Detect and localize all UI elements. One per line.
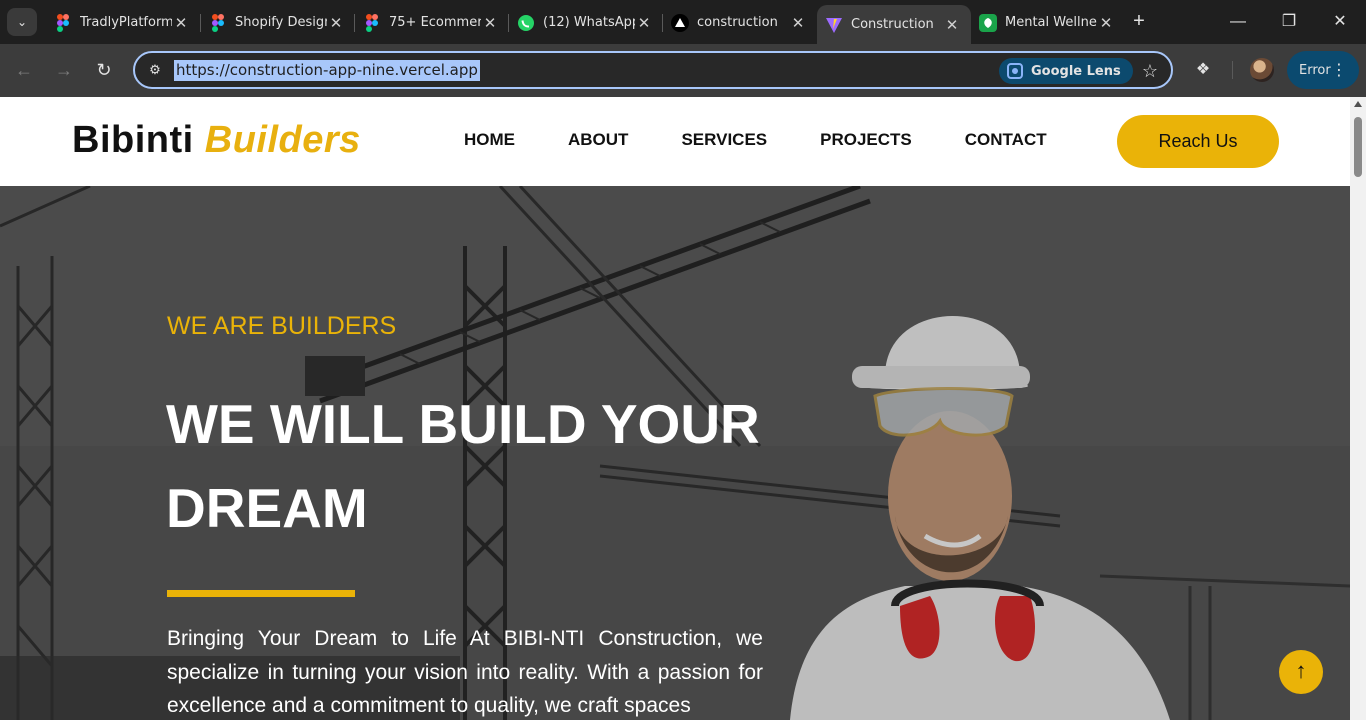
nav-contact[interactable]: CONTACT bbox=[965, 130, 1047, 150]
reload-icon[interactable]: ↻ bbox=[91, 57, 117, 83]
hero-accent-rule bbox=[167, 590, 355, 597]
figma-icon bbox=[209, 13, 227, 32]
site-header: Bibinti Builders HOME ABOUT SERVICES PRO… bbox=[0, 97, 1350, 186]
browser-tabstrip: ⌄ TradlyPlatform ✕ Shopify Design ✕ 75+ … bbox=[0, 0, 1366, 44]
close-icon[interactable]: ✕ bbox=[943, 16, 961, 34]
tab-construction-active[interactable]: Construction ✕ bbox=[817, 5, 971, 44]
toolbar-divider bbox=[1232, 61, 1233, 79]
nav-about[interactable]: ABOUT bbox=[568, 130, 628, 150]
lens-label: Google Lens bbox=[1031, 63, 1121, 79]
tab-whatsapp[interactable]: (12) WhatsApp ✕ bbox=[509, 6, 663, 39]
close-icon[interactable]: ✕ bbox=[481, 14, 499, 32]
leaf-icon bbox=[979, 13, 997, 32]
close-icon[interactable]: ✕ bbox=[635, 14, 653, 32]
reach-us-button[interactable]: Reach Us bbox=[1117, 115, 1279, 168]
logo-accent: Builders bbox=[204, 119, 361, 161]
scroll-to-top-arrow-icon[interactable]: ↑ bbox=[1279, 650, 1323, 694]
vercel-icon bbox=[671, 13, 689, 32]
browser-toolbar: ← → ↻ ⚙ https://construction-app-nine.ve… bbox=[0, 44, 1366, 97]
logo-main: Bibinti bbox=[72, 119, 194, 161]
hero-headline: WE WILL BUILD YOUR DREAM bbox=[166, 393, 760, 539]
tab-title: construction bbox=[697, 15, 778, 30]
tab-title: Shopify Design bbox=[235, 15, 327, 30]
new-tab-plus-icon[interactable]: + bbox=[1128, 10, 1150, 32]
window-close-icon[interactable]: ✕ bbox=[1328, 10, 1352, 34]
scroll-thumb[interactable] bbox=[1354, 117, 1362, 177]
lens-icon bbox=[1007, 63, 1023, 79]
hero-eyebrow: WE ARE BUILDERS bbox=[167, 312, 397, 340]
figma-icon bbox=[54, 13, 72, 32]
main-nav: HOME ABOUT SERVICES PROJECTS CONTACT bbox=[464, 130, 1100, 150]
nav-services[interactable]: SERVICES bbox=[681, 130, 767, 150]
tab-construction-vercel[interactable]: construction ✕ bbox=[663, 6, 817, 39]
close-icon[interactable]: ✕ bbox=[327, 14, 345, 32]
error-label: Error bbox=[1299, 62, 1331, 78]
error-menu-button[interactable]: Error ⋮ bbox=[1287, 51, 1359, 89]
figma-icon bbox=[363, 13, 381, 32]
tab-mental-wellness[interactable]: Mental Wellness ✕ bbox=[971, 6, 1125, 39]
whatsapp-icon bbox=[517, 14, 535, 32]
vite-icon bbox=[825, 16, 843, 34]
kebab-menu-icon: ⋮ bbox=[1331, 60, 1347, 79]
tab-title: (12) WhatsApp bbox=[543, 15, 635, 30]
extensions-puzzle-icon[interactable]: ❖ bbox=[1190, 57, 1216, 83]
minimize-icon[interactable]: — bbox=[1226, 10, 1250, 34]
hero-description: Bringing Your Dream to Life At BIBI-NTI … bbox=[167, 627, 763, 717]
tab-title: TradlyPlatform bbox=[80, 15, 172, 30]
forward-arrow-icon[interactable]: → bbox=[51, 57, 77, 83]
restore-icon[interactable]: ❐ bbox=[1277, 10, 1301, 34]
page-scrollbar[interactable] bbox=[1350, 97, 1366, 720]
close-icon[interactable]: ✕ bbox=[789, 14, 807, 32]
tab-search-chevron-icon[interactable]: ⌄ bbox=[7, 8, 37, 36]
nav-home[interactable]: HOME bbox=[464, 130, 515, 150]
nav-projects[interactable]: PROJECTS bbox=[820, 130, 912, 150]
page-viewport: Bibinti Builders HOME ABOUT SERVICES PRO… bbox=[0, 97, 1350, 720]
address-bar[interactable]: ⚙ https://construction-app-nine.vercel.a… bbox=[133, 51, 1173, 89]
site-info-tune-icon[interactable]: ⚙ bbox=[145, 60, 165, 80]
close-icon[interactable]: ✕ bbox=[172, 14, 190, 32]
tab-title: 75+ Ecommerce bbox=[389, 15, 481, 30]
tab-title: Mental Wellness bbox=[1005, 15, 1097, 30]
url-text[interactable]: https://construction-app-nine.vercel.app bbox=[174, 60, 480, 81]
tab-shopify-design[interactable]: Shopify Design ✕ bbox=[201, 6, 355, 39]
scroll-up-arrow-icon[interactable] bbox=[1354, 101, 1362, 107]
tab-tradlyplatform[interactable]: TradlyPlatform ✕ bbox=[46, 6, 200, 39]
hero-section: WE ARE BUILDERS WE WILL BUILD YOUR DREAM… bbox=[0, 186, 1350, 720]
site-logo[interactable]: Bibinti Builders bbox=[72, 119, 361, 162]
tab-ecommerce[interactable]: 75+ Ecommerce ✕ bbox=[355, 6, 509, 39]
profile-avatar[interactable] bbox=[1250, 58, 1274, 82]
back-arrow-icon[interactable]: ← bbox=[11, 57, 37, 83]
close-icon[interactable]: ✕ bbox=[1097, 14, 1115, 32]
google-lens-button[interactable]: Google Lens bbox=[999, 58, 1133, 84]
tab-title: Construction bbox=[851, 17, 934, 32]
bookmark-star-icon[interactable]: ☆ bbox=[1137, 58, 1163, 84]
